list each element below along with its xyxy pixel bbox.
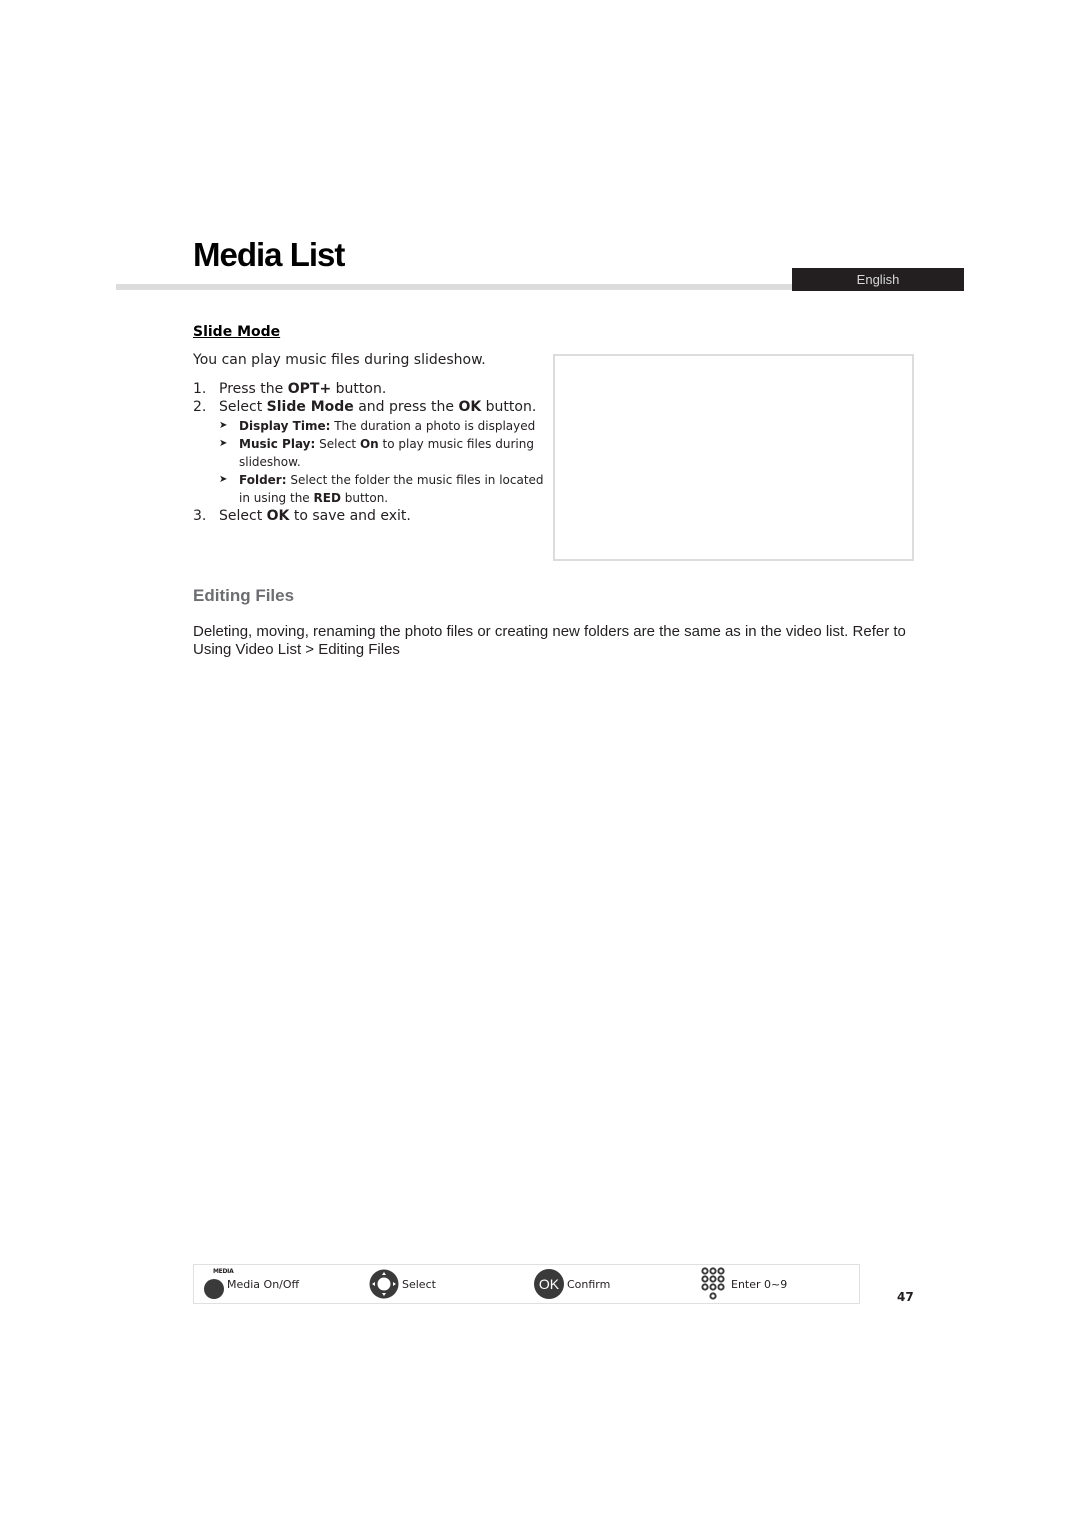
text-run: The duration a photo is displayed: [330, 419, 536, 433]
text-run: button.: [331, 381, 387, 397]
option-display-time: ➤ Display Time: The duration a photo is …: [219, 417, 548, 435]
slide-mode-intro: You can play music files during slidesho…: [193, 352, 486, 368]
text-run: to save and exit.: [289, 508, 411, 524]
page-number: 47: [897, 1290, 914, 1304]
emphasis-text: Display Time:: [239, 419, 331, 433]
emphasis-text: Slide Mode: [266, 399, 354, 415]
legend-item-numbers: Enter 0~9: [701, 1265, 787, 1303]
editing-files-body: Deleting, moving, renaming the photo fil…: [193, 623, 906, 658]
step-number: 1.: [193, 381, 207, 397]
title-divider: [116, 284, 794, 290]
editing-files-heading: Editing Files: [193, 586, 295, 605]
legend-label: Enter 0~9: [731, 1277, 788, 1291]
emphasis-text: OPT+: [287, 381, 332, 397]
option-folder: ➤ Folder: Select the folder the music fi…: [219, 471, 548, 507]
chevron-right-icon: ➤: [219, 420, 228, 431]
text-run: Select: [315, 437, 360, 451]
chevron-right-icon: ➤: [219, 474, 228, 485]
step-item: 2. Select Slide Mode and press the OK bu…: [193, 398, 548, 507]
slide-mode-steps: 1. Press the OPT+ button. 2. Select Slid…: [193, 380, 548, 525]
step-item: 3. Select OK to save and exit.: [193, 507, 548, 525]
slide-mode-options: ➤ Display Time: The duration a photo is …: [219, 417, 548, 507]
screenshot-placeholder: [553, 354, 914, 561]
legend-item-confirm: OK Confirm: [534, 1265, 610, 1303]
language-badge: English: [792, 268, 964, 291]
legend-label: Select: [402, 1277, 436, 1291]
step-text: Select Slide Mode and press the OK butto…: [219, 399, 536, 415]
legend-label: Media On/Off: [227, 1277, 300, 1291]
option-text: Folder: Select the folder the music file…: [239, 473, 544, 505]
media-button-icon: [204, 1279, 224, 1299]
option-text: Music Play: Select On to play music file…: [239, 437, 534, 469]
option-text: Display Time: The duration a photo is di…: [239, 419, 535, 433]
text-run: and press the: [353, 399, 459, 415]
number-keypad-icon: [701, 1267, 725, 1300]
navigation-pad-icon: [369, 1269, 399, 1299]
step-number: 3.: [193, 508, 207, 524]
remote-legend: MEDIA Media On/Off Select OK Confirm Ent…: [193, 1264, 860, 1304]
legend-label: Confirm: [567, 1277, 611, 1291]
slide-mode-heading: Slide Mode: [193, 324, 281, 340]
page-title: Media List: [193, 236, 345, 273]
chevron-right-icon: ➤: [219, 438, 228, 449]
text-run: Select: [219, 399, 267, 415]
emphasis-text: OK: [266, 508, 290, 524]
text-run: button.: [340, 491, 389, 505]
text-run: button.: [481, 399, 537, 415]
text-run: Select: [219, 508, 267, 524]
ok-button-icon: OK: [534, 1269, 564, 1299]
legend-item-media: MEDIA Media On/Off: [204, 1265, 299, 1303]
emphasis-text: RED: [313, 491, 341, 505]
step-number: 2.: [193, 399, 207, 415]
step-item: 1. Press the OPT+ button.: [193, 380, 548, 398]
text-run: Press the: [219, 381, 288, 397]
media-tag: MEDIA: [213, 1268, 234, 1275]
step-text: Select OK to save and exit.: [219, 508, 411, 524]
emphasis-text: Folder:: [239, 473, 287, 487]
emphasis-text: OK: [458, 399, 482, 415]
step-text: Press the OPT+ button.: [219, 381, 386, 397]
emphasis-text: Music Play:: [239, 437, 316, 451]
option-music-play: ➤ Music Play: Select On to play music fi…: [219, 435, 548, 471]
legend-item-select: Select: [369, 1265, 436, 1303]
emphasis-text: On: [359, 437, 379, 451]
